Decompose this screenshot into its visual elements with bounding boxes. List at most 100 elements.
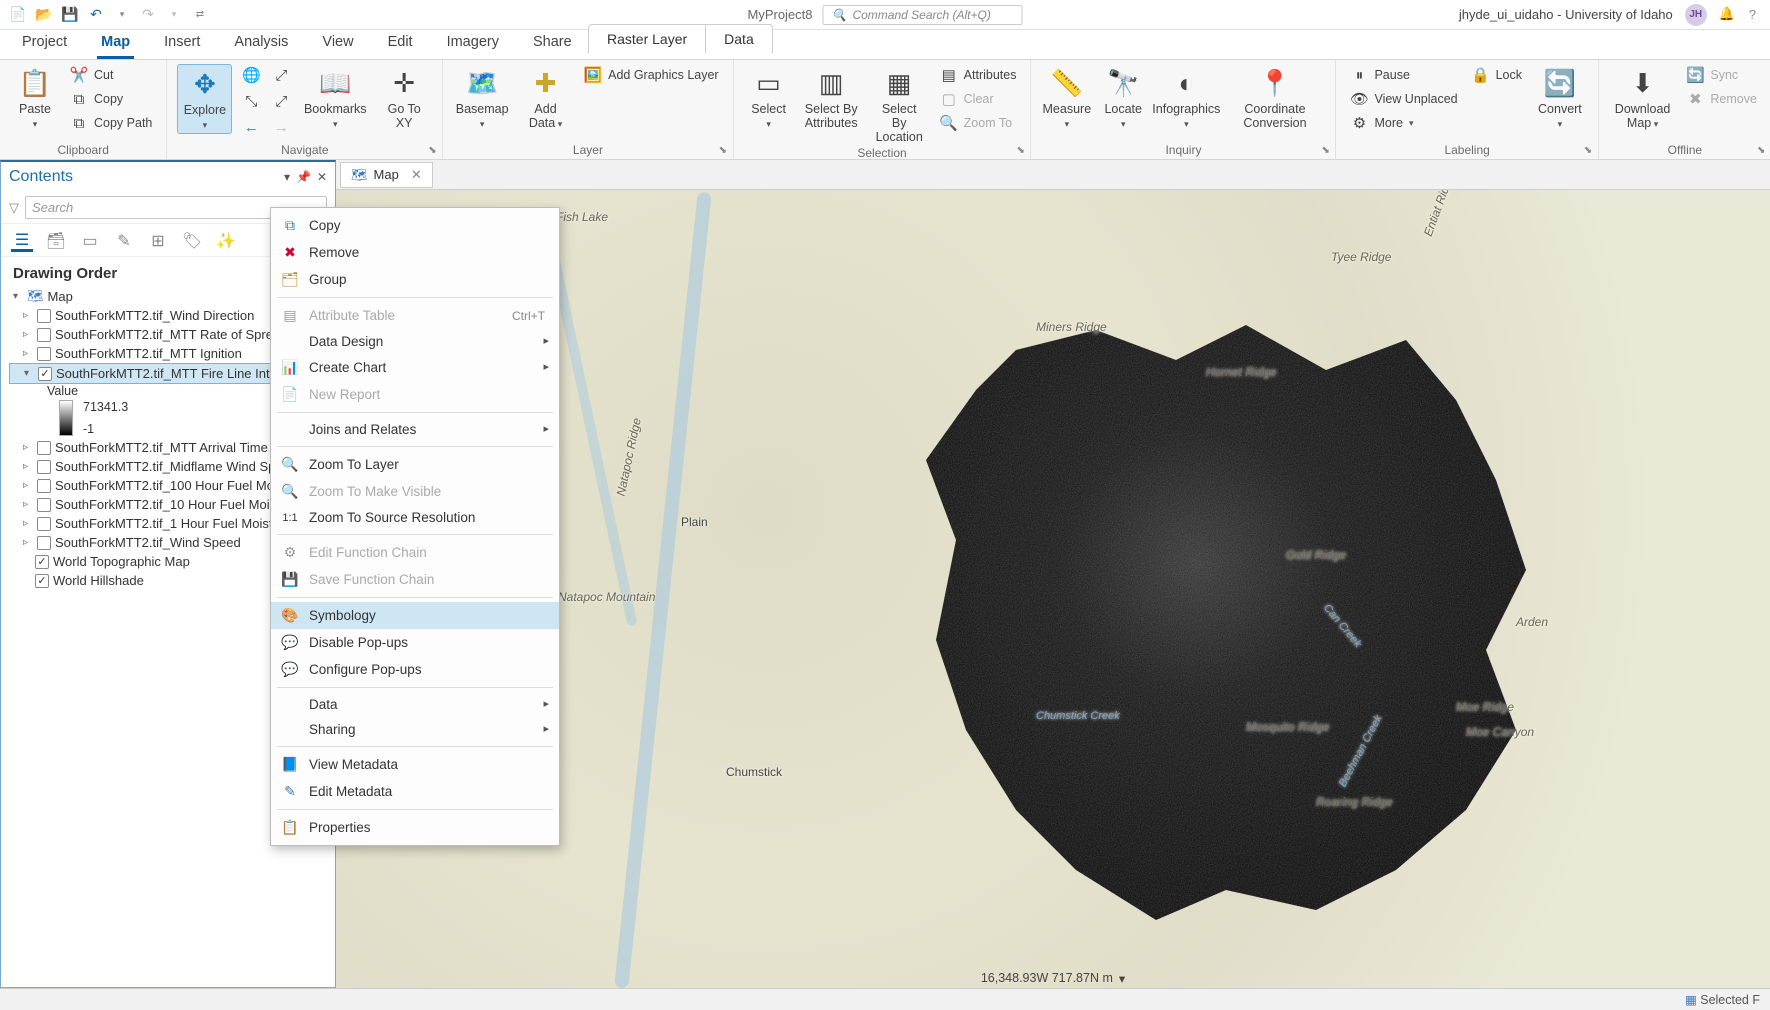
expand-icon[interactable]: ▹ [23, 480, 33, 491]
undo-icon[interactable]: ↶ [86, 5, 106, 25]
checkbox[interactable] [35, 574, 49, 588]
checkbox[interactable] [37, 328, 51, 342]
open-project-icon[interactable]: 📂 [34, 5, 54, 25]
expand-icon[interactable]: ▹ [23, 329, 33, 340]
selected-features-readout[interactable]: ▦ Selected F [1685, 992, 1760, 1007]
ctx-data-design[interactable]: Data Design [271, 329, 559, 354]
ctx-remove[interactable]: ✖Remove [271, 239, 559, 266]
zoom-out-button[interactable]: ⤢ [268, 90, 294, 112]
ctx-disable-popups[interactable]: 💬Disable Pop-ups [271, 629, 559, 656]
list-by-selection-icon[interactable]: ▭ [79, 230, 101, 252]
view-unplaced-button[interactable]: 👁View Unplaced [1346, 88, 1461, 110]
checkbox[interactable] [37, 498, 51, 512]
remove-offline-button[interactable]: ✖Remove [1682, 88, 1761, 110]
add-data-button[interactable]: ✚ Add Data [517, 64, 574, 132]
checkbox[interactable] [37, 309, 51, 323]
prev-extent-button[interactable]: ← [238, 116, 264, 138]
collapse-icon[interactable]: ▾ [13, 291, 23, 302]
ctx-config-popups[interactable]: 💬Configure Pop-ups [271, 656, 559, 683]
list-by-source-icon[interactable]: 🗃 [45, 230, 67, 252]
more-labeling-button[interactable]: ⚙More [1346, 112, 1461, 134]
expand-icon[interactable]: ▹ [23, 442, 33, 453]
notifications-icon[interactable]: 🔔 [1719, 6, 1737, 24]
paste-button[interactable]: 📋 Paste [10, 64, 60, 132]
ctx-sharing[interactable]: Sharing [271, 717, 559, 742]
add-graphics-layer-button[interactable]: 🖼️ Add Graphics Layer [580, 64, 722, 86]
list-by-labeling-icon[interactable]: 🏷 [181, 230, 203, 252]
expand-icon[interactable]: ▹ [23, 461, 33, 472]
filter-icon[interactable]: ▽ [9, 200, 19, 216]
checkbox[interactable] [37, 517, 51, 531]
expand-icon[interactable]: ▹ [23, 518, 33, 529]
collapse-icon[interactable]: ▾ [24, 368, 34, 379]
user-label[interactable]: jhyde_ui_uidaho - University of Idaho [1459, 7, 1673, 22]
inquiry-dialog-launcher-icon[interactable]: ⬊ [1321, 145, 1333, 157]
ctx-symbology[interactable]: 🎨Symbology [271, 602, 559, 629]
coord-dd-icon[interactable]: ▾ [1119, 971, 1125, 986]
ctx-zoom-layer[interactable]: 🔍Zoom To Layer [271, 451, 559, 478]
select-by-loc-button[interactable]: ▦Select By Location [869, 64, 930, 146]
expand-icon[interactable]: ▹ [23, 537, 33, 548]
ctx-create-chart[interactable]: 📊Create Chart [271, 354, 559, 381]
close-tab-icon[interactable]: ✕ [411, 167, 422, 183]
ctx-properties[interactable]: 📋Properties [271, 814, 559, 841]
help-icon[interactable]: ? [1749, 7, 1756, 22]
lock-labels-button[interactable]: 🔒Lock [1468, 64, 1526, 86]
next-extent-button[interactable]: → [268, 116, 294, 138]
ctx-copy[interactable]: ⧉Copy [271, 212, 559, 239]
locate-button[interactable]: 🔭Locate [1098, 64, 1148, 132]
ctx-data[interactable]: Data [271, 692, 559, 717]
checkbox[interactable] [38, 367, 52, 381]
map-tab[interactable]: 🗺 Map ✕ [340, 162, 433, 188]
tab-view[interactable]: View [318, 30, 357, 59]
ctx-edit-meta[interactable]: ✎Edit Metadata [271, 778, 559, 805]
qat-customize-icon[interactable]: ⇄ [190, 5, 210, 25]
download-map-button[interactable]: ⬇Download Map [1609, 64, 1677, 132]
checkbox[interactable] [37, 479, 51, 493]
copy-path-button[interactable]: ⧉Copy Path [66, 112, 156, 134]
tab-project[interactable]: Project [18, 30, 71, 59]
pin-icon[interactable]: 📌 [296, 170, 311, 184]
list-by-snapping-icon[interactable]: ⊞ [147, 230, 169, 252]
checkbox[interactable] [37, 460, 51, 474]
clear-sel-button[interactable]: ▢Clear [936, 88, 1021, 110]
cut-button[interactable]: ✂️Cut [66, 64, 156, 86]
ctx-zoom-source[interactable]: 1:1Zoom To Source Resolution [271, 505, 559, 530]
list-by-editing-icon[interactable]: ✎ [113, 230, 135, 252]
sync-button[interactable]: 🔄Sync [1682, 64, 1761, 86]
save-icon[interactable]: 💾 [60, 5, 80, 25]
offline-dialog-launcher-icon[interactable]: ⬊ [1757, 145, 1769, 157]
tab-share[interactable]: Share [529, 30, 576, 59]
tab-data[interactable]: Data [706, 24, 773, 53]
ctx-joins[interactable]: Joins and Relates [271, 417, 559, 442]
layer-dialog-launcher-icon[interactable]: ⬊ [719, 145, 731, 157]
select-by-attr-button[interactable]: ▥Select By Attributes [800, 64, 863, 132]
zoom-to-sel-button[interactable]: 🔍Zoom To [936, 112, 1021, 134]
checkbox[interactable] [37, 536, 51, 550]
tab-map[interactable]: Map [97, 30, 134, 59]
go-to-xy-button[interactable]: ✛ Go To XY [376, 64, 432, 132]
avatar[interactable]: JH [1685, 4, 1707, 26]
tab-raster-layer[interactable]: Raster Layer [588, 24, 706, 53]
list-by-drawing-order-icon[interactable]: ☰ [11, 230, 33, 252]
new-project-icon[interactable]: 📄 [8, 5, 28, 25]
redo-icon[interactable]: ↷ [138, 5, 158, 25]
pause-labels-button[interactable]: ⏸Pause [1346, 64, 1461, 86]
selection-dialog-launcher-icon[interactable]: ⬊ [1016, 145, 1028, 157]
select-button[interactable]: ▭Select [744, 64, 794, 132]
command-search[interactable]: 🔍 Command Search (Alt+Q) [823, 5, 1023, 25]
expand-icon[interactable]: ▹ [23, 310, 33, 321]
tab-insert[interactable]: Insert [160, 30, 204, 59]
checkbox[interactable] [37, 347, 51, 361]
explore-button[interactable]: ✥ Explore [177, 64, 232, 134]
copy-button[interactable]: ⧉Copy [66, 88, 156, 110]
expand-icon[interactable]: ▹ [23, 348, 33, 359]
navigate-dialog-launcher-icon[interactable]: ⬊ [428, 145, 440, 157]
ctx-group[interactable]: 🗂Group [271, 266, 559, 293]
infographics-button[interactable]: ◐Infographics [1154, 64, 1218, 132]
tab-analysis[interactable]: Analysis [230, 30, 292, 59]
close-contents-icon[interactable]: ✕ [317, 170, 327, 184]
tab-edit[interactable]: Edit [384, 30, 417, 59]
bookmarks-button[interactable]: 📖 Bookmarks [300, 64, 370, 132]
zoom-in-button[interactable]: ⤡ [238, 90, 264, 112]
